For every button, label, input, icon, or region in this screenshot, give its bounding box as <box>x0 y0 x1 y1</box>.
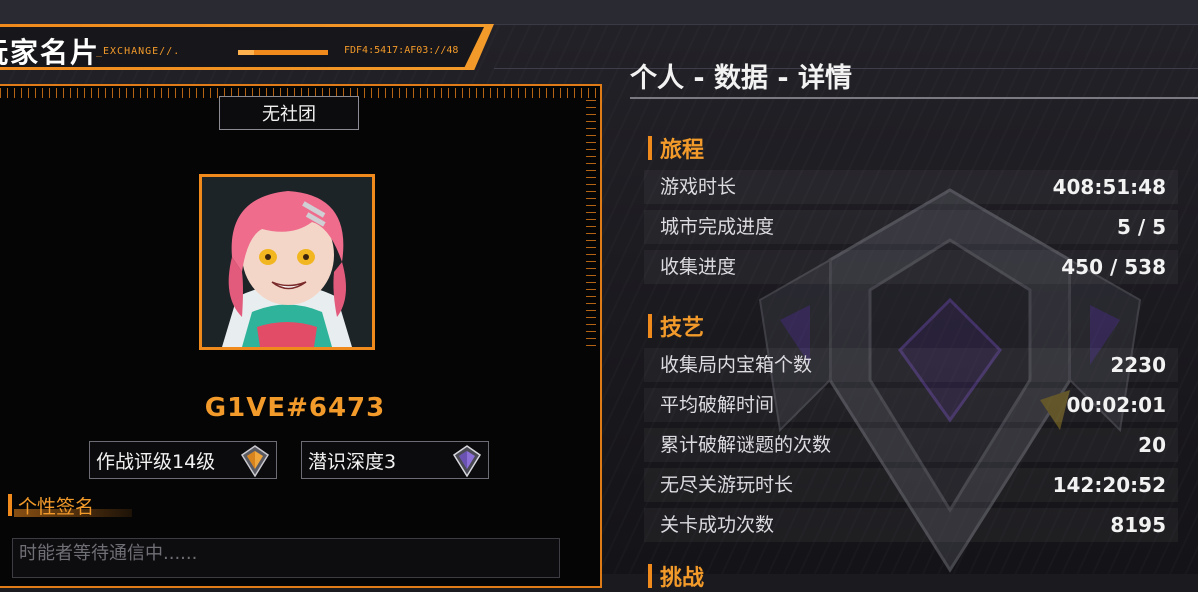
stat-value: 00:02:01 <box>1066 393 1167 417</box>
top-bar <box>0 0 1198 25</box>
rank-diamond-icon <box>240 445 270 477</box>
stat-label: 收集进度 <box>660 256 737 278</box>
stat-row: 无尽关游玩时长 142:20:52 <box>644 468 1178 502</box>
stat-label: 城市完成进度 <box>660 216 775 238</box>
section-title: 挑战 <box>660 566 705 591</box>
combat-rank-badge[interactable]: 作战评级14级 <box>89 441 277 479</box>
header-code: FDF4:5417:AF03://48 <box>344 45 459 56</box>
depth-label: 潜识深度3 <box>308 450 397 473</box>
stat-row: 收集局内宝箱个数 2230 <box>644 348 1178 382</box>
signature-marker <box>8 494 12 516</box>
player-name: G1VE#6473 <box>204 393 386 423</box>
combat-rank-label: 作战评级14级 <box>96 450 216 473</box>
stat-row: 累计破解谜题的次数 20 <box>644 428 1178 462</box>
page-title: 玩家名片 <box>0 36 101 69</box>
stat-value: 20 <box>1138 433 1166 457</box>
stat-row: 城市完成进度 5 / 5 <box>644 210 1178 244</box>
stat-row: 收集进度 450 / 538 <box>644 250 1178 284</box>
stat-value: 408:51:48 <box>1052 175 1166 199</box>
section-title: 技艺 <box>660 316 705 341</box>
player-avatar[interactable] <box>199 174 375 350</box>
stat-value: 8195 <box>1110 513 1166 537</box>
stat-label: 无尽关游玩时长 <box>660 474 794 496</box>
signature-label: 个性签名 <box>18 495 95 518</box>
stat-label: 收集局内宝箱个数 <box>660 354 813 376</box>
club-text: 无社团 <box>262 104 316 125</box>
stat-value: 2230 <box>1110 353 1166 377</box>
section-marker <box>648 136 652 160</box>
avatar-portrait-icon <box>202 177 372 347</box>
stat-label: 累计破解谜题的次数 <box>660 434 832 456</box>
header-decor-dots <box>238 50 254 55</box>
section-journey: 旅程 <box>648 132 704 164</box>
stat-value: 142:20:52 <box>1052 473 1166 497</box>
stat-value: 450 / 538 <box>1061 255 1166 279</box>
stat-row: 平均破解时间 00:02:01 <box>644 388 1178 422</box>
section-marker <box>648 564 652 588</box>
signature-heading: 个性签名 <box>8 492 94 518</box>
depth-crystal-icon <box>452 445 482 477</box>
section-challenge: 挑战 <box>648 560 704 592</box>
depth-badge[interactable]: 潜识深度3 <box>301 441 489 479</box>
stat-label: 游戏时长 <box>660 176 737 198</box>
stat-row: 关卡成功次数 8195 <box>644 508 1178 542</box>
stat-label: 关卡成功次数 <box>660 514 775 536</box>
signature-input[interactable]: 时能者等待通信中...... <box>12 538 560 578</box>
stats-title-divider <box>630 97 1198 99</box>
section-marker <box>648 314 652 338</box>
club-label[interactable]: 无社团 <box>219 96 359 130</box>
section-title: 旅程 <box>660 138 705 163</box>
ruler-decor-right <box>586 100 596 350</box>
stats-title: 个人 - 数据 - 详情 <box>630 63 853 94</box>
stat-label: 平均破解时间 <box>660 394 775 416</box>
stat-row: 游戏时长 408:51:48 <box>644 170 1178 204</box>
header-subtitle: _EXCHANGE//. <box>96 46 181 57</box>
section-skill: 技艺 <box>648 310 704 342</box>
stat-value: 5 / 5 <box>1116 215 1166 239</box>
